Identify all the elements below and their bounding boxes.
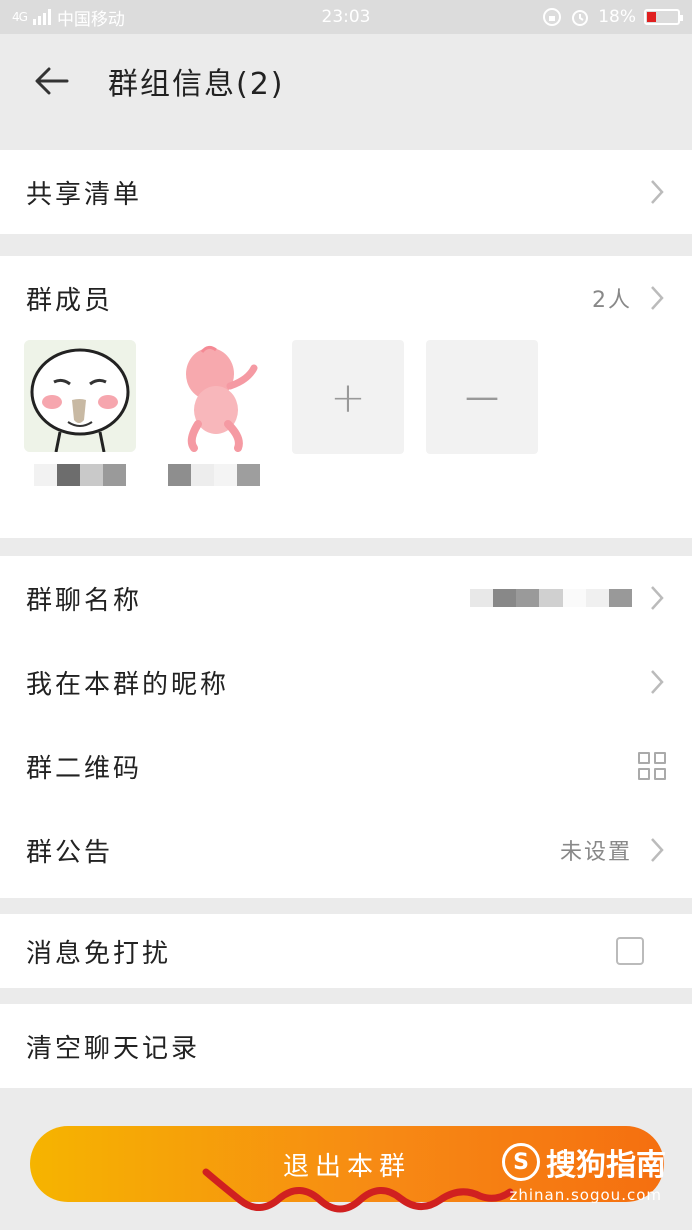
sogou-watermark: S 搜狗指南 (502, 1140, 666, 1184)
group-name-row[interactable]: 群聊名称 (0, 556, 692, 640)
qr-code-icon (638, 752, 666, 780)
clear-history-section: 清空聊天记录 (0, 1004, 692, 1088)
my-nickname-label: 我在本群的昵称 (26, 669, 230, 700)
add-member-button[interactable]: + (292, 340, 404, 454)
top-bar: 群组信息(2) (0, 34, 692, 128)
chevron-right-icon (648, 283, 666, 313)
chevron-right-icon (648, 835, 666, 865)
group-name-right (470, 583, 666, 613)
arrow-left-icon (35, 67, 69, 95)
watermark-brand: 搜狗指南 (546, 1148, 666, 1183)
members-count: 2人 (592, 288, 632, 313)
announcement-right: 未设置 (560, 834, 666, 866)
qr-code-row[interactable]: 群二维码 (0, 724, 692, 808)
group-name-label: 群聊名称 (26, 585, 143, 616)
members-label: 群成员 (26, 285, 114, 316)
announcement-label: 群公告 (26, 837, 114, 868)
page-title: 群组信息(2) (108, 67, 285, 102)
clear-history-label: 清空聊天记录 (26, 1033, 201, 1064)
sogou-logo-icon: S (502, 1143, 540, 1181)
member-name-blurred (34, 464, 126, 486)
qr-code-right (638, 752, 666, 780)
announcement-value: 未设置 (559, 840, 632, 865)
members-section: 群成员 2人 + — (0, 256, 692, 538)
red-scribble-annotation (202, 1168, 514, 1213)
add-member-symbol: + (330, 372, 366, 422)
status-time: 23:03 (321, 7, 371, 27)
pink-peach-avatar[interactable] (158, 340, 270, 452)
back-button[interactable] (22, 51, 82, 111)
dnd-section: 消息免打扰 (0, 914, 692, 988)
group-name-blurred (470, 589, 632, 607)
dnd-label: 消息免打扰 (26, 938, 172, 969)
qr-code-label: 群二维码 (26, 753, 143, 784)
watermark-url: zhinan.sogou.com (509, 1186, 662, 1204)
member-item[interactable] (158, 340, 270, 486)
clear-history-row[interactable]: 清空聊天记录 (0, 1004, 692, 1088)
members-grid: + — (0, 340, 692, 486)
remove-member-symbol: — (465, 377, 499, 417)
my-nickname-row[interactable]: 我在本群的昵称 (0, 640, 692, 724)
remove-member-tile: — (426, 340, 538, 454)
member-item[interactable] (24, 340, 136, 486)
battery-icon (644, 9, 683, 25)
announcement-row[interactable]: 群公告 未设置 (0, 808, 692, 892)
members-row[interactable]: 群成员 2人 (0, 256, 692, 340)
shared-list-row[interactable]: 共享清单 (0, 150, 692, 234)
dnd-row[interactable]: 消息免打扰 (0, 914, 692, 988)
shared-list-label: 共享清单 (26, 179, 143, 210)
chevron-right-icon (648, 177, 666, 207)
shared-list-right (648, 177, 666, 207)
dnd-checkbox[interactable] (616, 937, 644, 965)
member-name-blurred (168, 464, 260, 486)
group-settings-section: 群聊名称 我在本群的昵称 群二维码 群公告 未设置 (0, 556, 692, 898)
status-bar: 4G 中国移动 23:03 18% (0, 0, 692, 34)
my-nickname-right (648, 667, 666, 697)
add-member-tile: + (292, 340, 404, 454)
chevron-right-icon (648, 667, 666, 697)
shared-list-section: 共享清单 (0, 150, 692, 234)
remove-member-button[interactable]: — (426, 340, 538, 454)
members-right: 2人 (592, 282, 666, 314)
chevron-right-icon (648, 583, 666, 613)
meme-face-avatar[interactable] (24, 340, 136, 452)
